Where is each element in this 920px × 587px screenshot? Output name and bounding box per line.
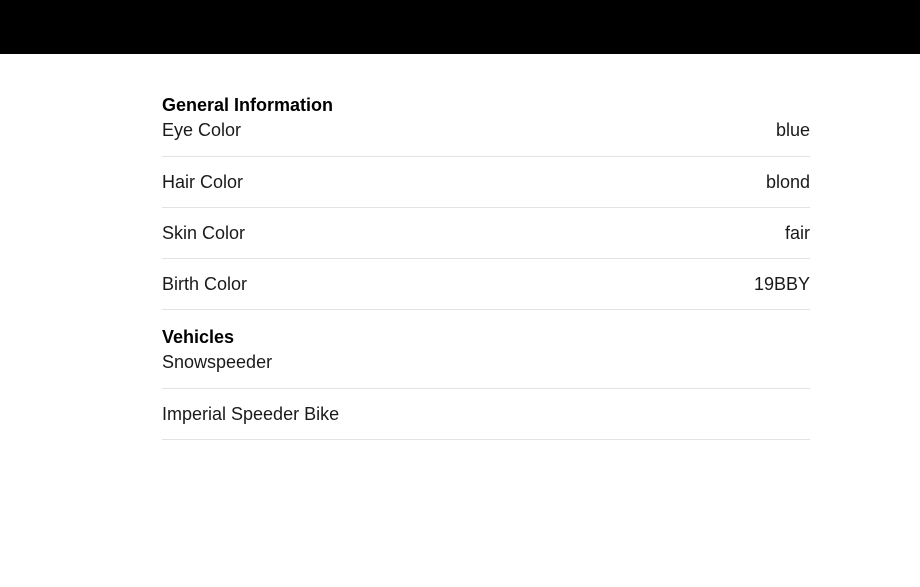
info-label: Birth Color [162, 273, 248, 294]
info-value: blond [765, 171, 810, 192]
info-row-hair-color: Hair Color blond [162, 157, 810, 208]
vehicle-item[interactable]: Snowspeeder [162, 349, 810, 389]
vehicle-name: Imperial Speeder Bike [162, 403, 340, 424]
person-details: General Information Eye Color blue Hair … [162, 54, 810, 440]
info-label: Eye Color [162, 120, 242, 140]
vehicle-item[interactable]: Imperial Speeder Bike [162, 389, 810, 440]
general-info-list: Eye Color blue Hair Color blond Skin Col… [162, 117, 810, 310]
info-row-birth-color: Birth Color 19BBY [162, 259, 810, 310]
general-information-section: General Information Eye Color blue Hair … [162, 94, 810, 310]
info-value: 19BBY [753, 273, 810, 294]
info-value: blue [775, 120, 810, 140]
info-row-eye-color: Eye Color blue [162, 117, 810, 157]
top-bar [0, 0, 920, 54]
section-title-vehicles: Vehicles [162, 327, 235, 347]
section-title-general: General Information [162, 95, 334, 115]
info-label: Hair Color [162, 171, 244, 192]
info-label: Skin Color [162, 222, 246, 243]
vehicles-list: Snowspeeder Imperial Speeder Bike [162, 349, 810, 440]
vehicles-section: Vehicles Snowspeeder Imperial Speeder Bi… [162, 326, 810, 440]
info-value: fair [784, 222, 810, 243]
vehicle-name: Snowspeeder [162, 352, 273, 372]
info-row-skin-color: Skin Color fair [162, 208, 810, 259]
